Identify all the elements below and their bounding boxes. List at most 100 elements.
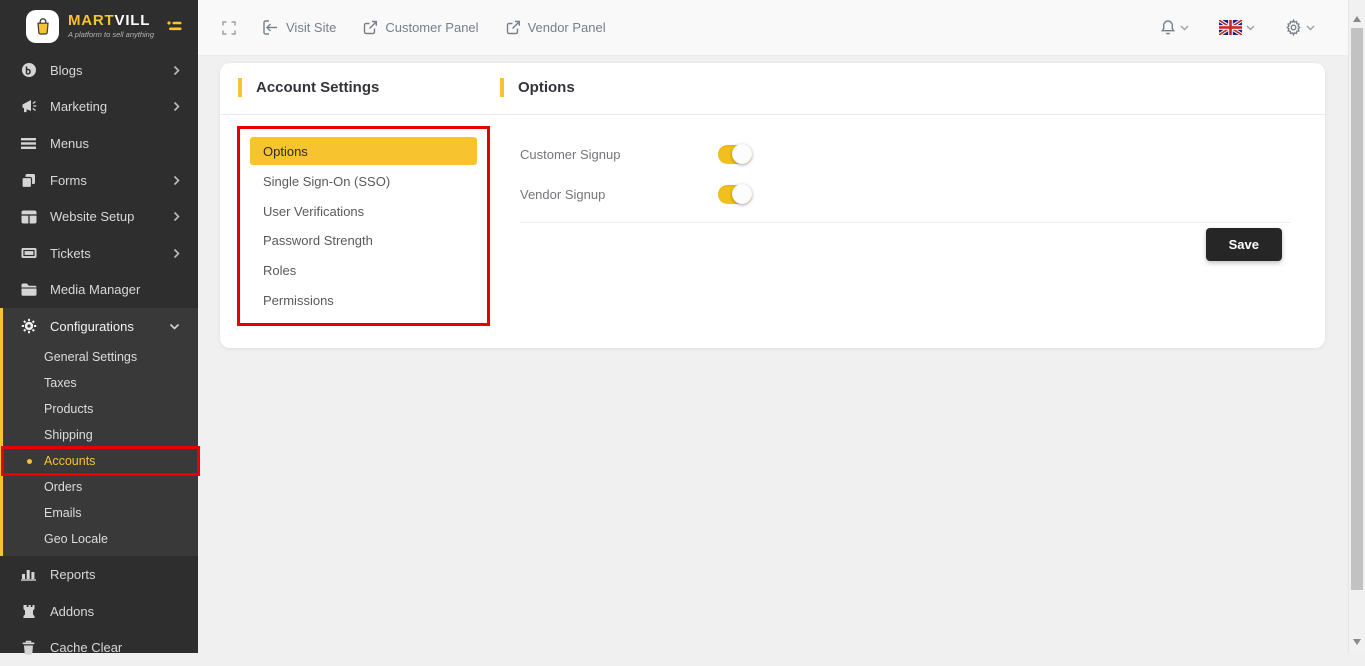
sidebar-section-configurations: Configurations General Settings Taxes Pr… [0, 308, 198, 556]
sidebar-subitem-products[interactable]: Products [3, 396, 198, 422]
sidebar-item-label: Addons [50, 604, 94, 619]
account-settings-card: Account Settings Options Options Single … [220, 63, 1325, 348]
visit-site-link[interactable]: Visit Site [263, 20, 336, 35]
scrollbar-thumb[interactable] [1351, 28, 1363, 590]
sidebar-item-tickets[interactable]: Tickets [0, 235, 198, 272]
brand-logo[interactable]: MARTVILL A platform to sell anything [0, 0, 198, 52]
customer-signup-toggle[interactable] [718, 145, 752, 164]
toggle-knob [732, 144, 752, 164]
ticket-icon [20, 247, 37, 259]
subitem-label: Taxes [44, 376, 77, 390]
external-link-icon [506, 20, 521, 35]
scroll-up-arrow-icon[interactable] [1353, 16, 1361, 22]
scroll-down-arrow-icon[interactable] [1353, 639, 1361, 645]
card-header: Account Settings Options [220, 63, 1325, 115]
blog-icon [20, 62, 37, 78]
menu-lines-icon [20, 137, 37, 150]
gear-icon [1285, 19, 1302, 36]
chevron-right-icon [173, 211, 180, 222]
vendor-panel-label: Vendor Panel [528, 20, 606, 35]
tab-user-verifications[interactable]: User Verifications [250, 197, 477, 227]
tab-roles[interactable]: Roles [250, 256, 477, 286]
save-button[interactable]: Save [1206, 228, 1282, 261]
setting-row: Vendor Signup [520, 174, 1290, 214]
page-title: Account Settings [256, 79, 379, 96]
sidebar-item-cache-clear[interactable]: Cache Clear [0, 629, 198, 666]
forms-icon [20, 173, 37, 188]
sidebar-subitem-emails[interactable]: Emails [3, 500, 198, 526]
uk-flag-icon [1219, 20, 1242, 35]
chevron-right-icon [173, 175, 180, 186]
settings-dropdown[interactable] [1285, 19, 1315, 36]
sidebar-subitem-shipping[interactable]: Shipping [3, 422, 198, 448]
sidebar-subitem-taxes[interactable]: Taxes [3, 370, 198, 396]
sidebar-collapse-icon[interactable] [167, 20, 182, 32]
bell-icon [1160, 19, 1176, 36]
fullscreen-icon[interactable] [222, 21, 236, 35]
bar-chart-icon [20, 567, 37, 581]
sidebar-item-label: Configurations [50, 319, 134, 334]
sidebar-item-blogs[interactable]: Blogs [0, 52, 198, 89]
settings-tabs-annotation-box: Options Single Sign-On (SSO) User Verifi… [237, 126, 490, 326]
notifications-dropdown[interactable] [1160, 19, 1189, 36]
sidebar: MARTVILL A platform to sell anything Blo… [0, 0, 198, 653]
subitem-label: Orders [44, 480, 82, 494]
sidebar-subitem-accounts[interactable]: Accounts [3, 448, 198, 474]
subitem-label: Geo Locale [44, 532, 108, 546]
chevron-down-icon [169, 323, 180, 330]
customer-panel-link[interactable]: Customer Panel [363, 20, 478, 35]
subitem-label: Shipping [44, 428, 93, 442]
content-area: Account Settings Options Options Single … [198, 56, 1348, 653]
sidebar-item-label: Website Setup [50, 209, 134, 224]
enter-site-icon [263, 20, 279, 35]
tab-permissions[interactable]: Permissions [250, 285, 477, 315]
sidebar-subitem-general-settings[interactable]: General Settings [3, 344, 198, 370]
vertical-scrollbar[interactable] [1348, 0, 1365, 653]
sidebar-item-label: Menus [50, 136, 89, 151]
sidebar-item-configurations[interactable]: Configurations [3, 308, 198, 344]
shopping-bag-icon [26, 10, 59, 43]
tab-password-strength[interactable]: Password Strength [250, 226, 477, 256]
customer-signup-label: Customer Signup [520, 147, 718, 162]
tab-single-sign-on[interactable]: Single Sign-On (SSO) [250, 167, 477, 197]
setting-row: Customer Signup [520, 134, 1290, 174]
brand-name: MARTVILL [68, 13, 154, 30]
sidebar-item-label: Reports [50, 567, 96, 582]
subitem-label: Products [44, 402, 93, 416]
sidebar-item-label: Media Manager [50, 282, 140, 297]
sidebar-item-label: Blogs [50, 63, 83, 78]
vendor-signup-toggle[interactable] [718, 185, 752, 204]
chevron-down-icon [1180, 25, 1189, 31]
accent-bar [238, 78, 242, 97]
vendor-signup-label: Vendor Signup [520, 187, 718, 202]
topbar: Visit Site Customer Panel Vendor Panel [198, 0, 1348, 56]
active-bullet-icon [27, 459, 32, 464]
vendor-panel-link[interactable]: Vendor Panel [506, 20, 606, 35]
chevron-down-icon [1306, 25, 1315, 31]
rook-icon [20, 604, 37, 619]
sidebar-subitem-orders[interactable]: Orders [3, 474, 198, 500]
panel-title: Options [518, 79, 575, 96]
gear-icon [20, 318, 37, 334]
accent-bar [500, 78, 504, 97]
tab-options[interactable]: Options [250, 137, 477, 165]
sidebar-item-addons[interactable]: Addons [0, 593, 198, 630]
sidebar-item-menus[interactable]: Menus [0, 125, 198, 162]
toggle-knob [732, 184, 752, 204]
sidebar-subitem-geo-locale[interactable]: Geo Locale [3, 526, 198, 552]
customer-panel-label: Customer Panel [385, 20, 478, 35]
sidebar-item-marketing[interactable]: Marketing [0, 89, 198, 126]
sidebar-item-forms[interactable]: Forms [0, 162, 198, 199]
sidebar-item-reports[interactable]: Reports [0, 556, 198, 593]
chevron-right-icon [173, 101, 180, 112]
chevron-down-icon [1246, 25, 1255, 31]
language-dropdown[interactable] [1219, 20, 1255, 35]
sidebar-item-media-manager[interactable]: Media Manager [0, 272, 198, 309]
external-link-icon [363, 20, 378, 35]
brand-tagline: A platform to sell anything [68, 31, 154, 39]
options-panel: Customer Signup Vendor Signup Save [520, 126, 1290, 261]
sidebar-item-label: Marketing [50, 99, 107, 114]
sidebar-item-label: Forms [50, 173, 87, 188]
sidebar-item-website-setup[interactable]: Website Setup [0, 198, 198, 235]
window-icon [20, 210, 37, 224]
